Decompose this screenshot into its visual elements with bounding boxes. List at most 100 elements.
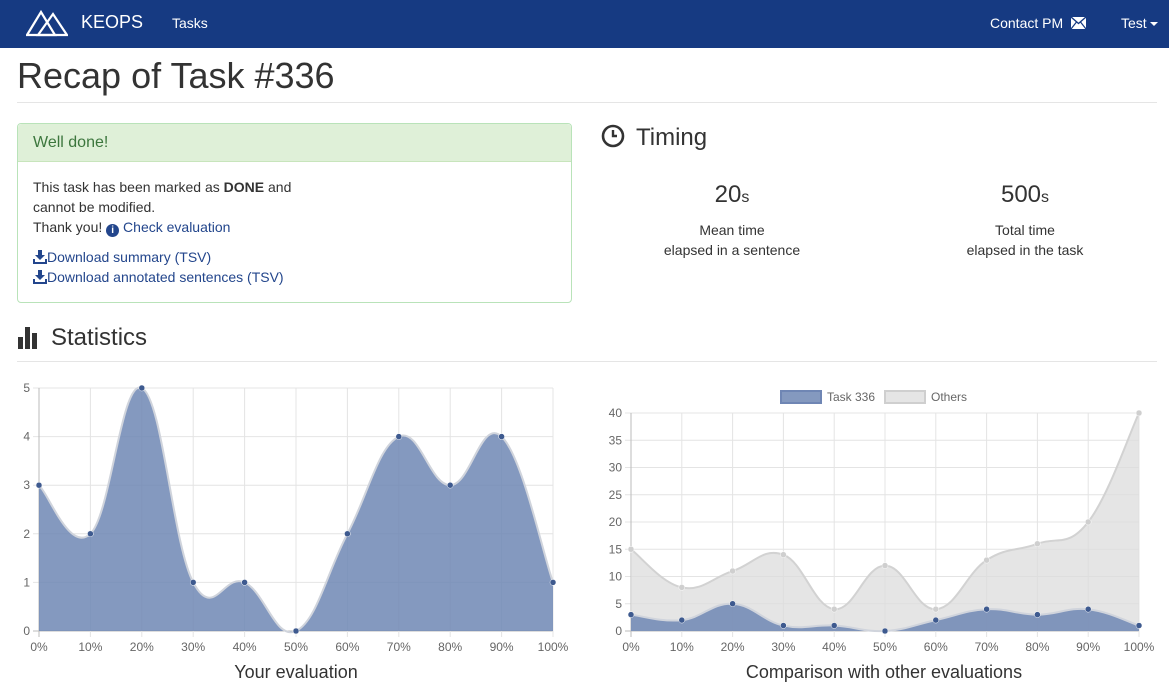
statistics-title: Statistics [51, 324, 148, 351]
y-tick-label: 5 [615, 597, 622, 611]
data-point [983, 605, 990, 613]
thank-you-text: Thank you! [33, 219, 103, 235]
y-tick-label: 0 [23, 624, 30, 638]
done-text-pre: This task has been marked as [33, 179, 224, 195]
data-point [678, 616, 686, 624]
your-evaluation-chart: 0123450% 10% 20% 30% 40% 50% 60% 70% 80% 90% 100% [23, 381, 568, 654]
data-point [729, 600, 736, 607]
data-point [780, 622, 787, 629]
data-point [881, 627, 889, 635]
data-point [1084, 605, 1092, 613]
x-tick-label: 100% [1124, 640, 1155, 654]
x-tick-label: 20% [721, 640, 745, 654]
y-tick-label: 3 [23, 478, 30, 492]
x-tick-label: 0% [30, 640, 48, 654]
y-tick-label: 15 [609, 542, 623, 556]
data-point [627, 611, 635, 618]
legend-label: Task 336 [827, 390, 875, 404]
y-tick-label: 0 [615, 624, 622, 638]
y-tick-label: 2 [23, 527, 30, 541]
success-heading: Well done! [18, 124, 571, 162]
cannot-modify-text: cannot be modified. [33, 199, 156, 215]
data-point [35, 481, 43, 489]
data-point [344, 530, 351, 538]
x-tick-label: 80% [438, 640, 462, 654]
mean-time-unit: s [741, 189, 750, 206]
data-point [498, 433, 505, 440]
data-point [138, 384, 146, 392]
data-point [1034, 611, 1041, 618]
data-point [395, 433, 403, 440]
download-icon [33, 270, 47, 284]
x-tick-label: 30% [181, 640, 205, 654]
x-tick-label: 60% [924, 640, 948, 654]
data-point [87, 530, 94, 538]
data-point [932, 616, 940, 624]
x-tick-label: 20% [130, 640, 154, 654]
brand-link[interactable]: KEOPS [81, 12, 143, 33]
x-tick-label: 70% [975, 640, 999, 654]
data-point [1084, 518, 1092, 526]
nav-tasks-link[interactable]: Tasks [172, 15, 208, 31]
data-point [1135, 409, 1143, 417]
y-tick-label: 30 [609, 461, 623, 475]
data-point [189, 579, 197, 586]
caret-down-icon [1149, 22, 1158, 27]
keops-logo-icon[interactable] [26, 9, 68, 37]
contact-pm-label: Contact PM [990, 15, 1064, 31]
x-tick-label: 70% [387, 640, 411, 654]
legend-label: Others [931, 390, 967, 404]
x-tick-label: 90% [490, 640, 514, 654]
data-point [292, 627, 300, 635]
done-status: DONE [223, 179, 265, 195]
bar-chart-icon [18, 327, 37, 349]
data-point [932, 605, 940, 613]
user-menu-label: Test [1121, 15, 1147, 31]
legend-swatch [780, 390, 822, 404]
x-tick-label: 30% [771, 640, 795, 654]
comparison-title: Comparison with other evaluations [745, 662, 1023, 682]
download-annotated-link[interactable]: Download annotated sentences (TSV) [47, 269, 284, 285]
contact-pm-link[interactable]: Contact PM [990, 15, 1087, 31]
data-point [678, 584, 686, 591]
data-point [983, 556, 990, 564]
x-tick-label: 40% [822, 640, 846, 654]
data-point [549, 579, 557, 586]
total-time-value: 500 [1000, 181, 1042, 208]
mean-time-stat: 20s Mean time elapsed in a sentence [632, 179, 832, 260]
mean-time-sublabel: elapsed in a sentence [663, 242, 801, 258]
data-point [729, 567, 736, 575]
success-body: This task has been marked as DONE and ca… [33, 177, 291, 287]
statistics-divider [17, 361, 1157, 362]
done-text-post: and [264, 179, 292, 195]
mean-time-value: 20 [714, 181, 742, 208]
title-divider [17, 102, 1157, 103]
timing-title: Timing [636, 124, 708, 151]
user-menu[interactable]: Test [1121, 15, 1158, 31]
check-evaluation-link[interactable]: Check evaluation [123, 219, 230, 235]
data-point [881, 562, 889, 569]
total-time-label: Total time [995, 222, 1055, 238]
x-tick-label: 50% [873, 640, 897, 654]
download-summary-link[interactable]: Download summary (TSV) [47, 249, 211, 265]
done-message: This task has been marked as DONE and [33, 177, 291, 197]
data-point [830, 622, 838, 629]
x-tick-label: 60% [335, 640, 359, 654]
data-point [1135, 622, 1143, 629]
navbar: KEOPS Tasks Contact PM Test [0, 0, 1169, 48]
your-evaluation-title: Your evaluation [234, 662, 358, 682]
data-point [780, 551, 787, 558]
x-tick-label: 50% [284, 640, 308, 654]
page-title: Recap of Task #336 [17, 55, 335, 96]
clock-icon [601, 124, 625, 148]
x-tick-label: 0% [622, 640, 640, 654]
comparison-chart: 0 5 10 15 20 25 30 35 40 0% 10% 20% 30% 40% 50% 60% 70% 8… [609, 390, 1155, 654]
data-point [241, 579, 248, 586]
mean-time-label: Mean time [699, 222, 765, 238]
data-point [446, 481, 454, 489]
total-time-unit: s [1041, 189, 1050, 206]
y-tick-label: 1 [23, 575, 30, 589]
y-tick-label: 40 [609, 406, 623, 420]
total-time-stat: 500s Total time elapsed in the task [925, 179, 1125, 260]
data-point [830, 605, 838, 613]
